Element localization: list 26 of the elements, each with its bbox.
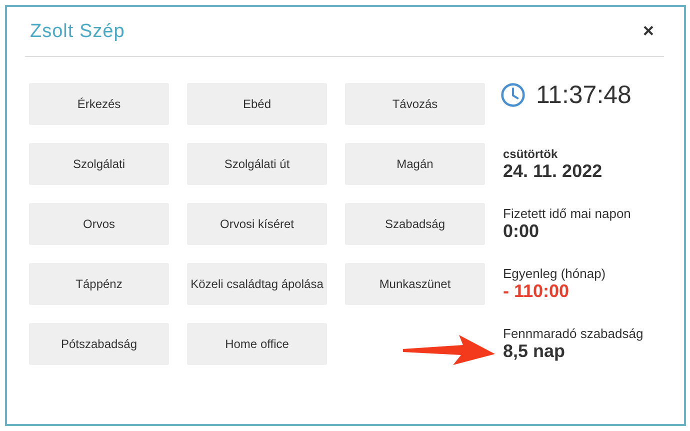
action-button[interactable]: Közeli családtag ápolása — [187, 263, 327, 305]
stat-label: Egyenleg (hónap) — [503, 266, 607, 281]
stat-label: Fizetett idő mai napon — [503, 206, 632, 221]
action-button[interactable]: Orvosi kíséret — [187, 203, 327, 245]
action-button[interactable]: Pótszabadság — [29, 323, 169, 365]
action-button[interactable]: Táppénz — [29, 263, 169, 305]
clock-icon — [500, 82, 526, 108]
weekday-label: csütörtök — [503, 146, 559, 160]
close-button[interactable]: × — [636, 22, 660, 41]
clock-time: 11:37:48 — [536, 80, 632, 110]
date-value: 24. 11. 2022 — [503, 160, 604, 182]
stat-label: Fennmaradó szabadság — [503, 326, 644, 341]
action-button[interactable]: Munkaszünet — [345, 263, 485, 305]
action-button[interactable]: Távozás — [345, 83, 485, 125]
stat-value: 0:00 — [503, 221, 540, 242]
action-button[interactable]: Szolgálati — [29, 143, 169, 185]
action-button[interactable]: Home office — [187, 323, 327, 365]
stat-value: - 110:00 — [503, 281, 570, 302]
action-button[interactable]: Érkezés — [29, 83, 169, 125]
action-button[interactable]: Szabadság — [345, 203, 485, 245]
action-button[interactable]: Ebéd — [187, 83, 327, 125]
action-button[interactable]: Orvos — [29, 203, 169, 245]
action-button[interactable]: Szolgálati út — [187, 143, 327, 185]
stat-value: 8,5 nap — [503, 341, 566, 362]
action-button[interactable]: Magán — [345, 143, 485, 185]
dialog-title: Zsolt Szép — [30, 20, 125, 42]
